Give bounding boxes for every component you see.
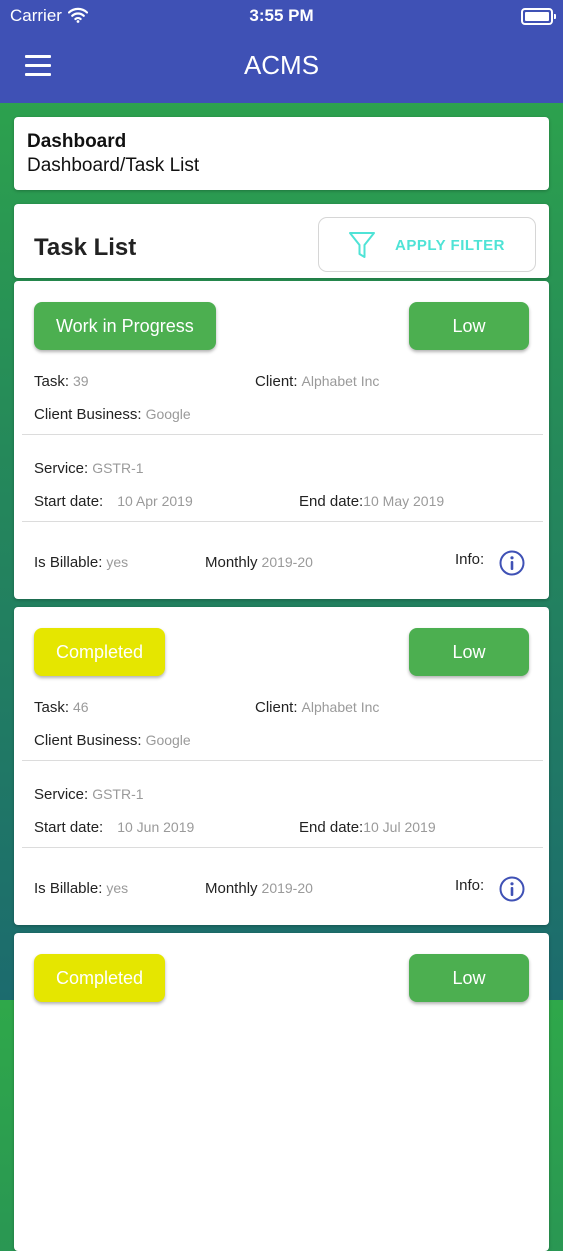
apply-filter-button[interactable]: APPLY FILTER (318, 217, 536, 272)
end-date-field: End date:10 May 2019 (299, 493, 444, 510)
info-label: Info: (455, 877, 485, 894)
divider (22, 847, 543, 848)
end-date-value: 10 Jul 2019 (363, 819, 436, 835)
task-card: Completed Low (14, 933, 549, 1251)
info-label: Info: (455, 551, 485, 568)
client-label: Client: (255, 699, 298, 716)
end-date-label: End date: (299, 493, 364, 510)
page-title: Dashboard (27, 131, 127, 152)
service-field: Service: GSTR-1 (34, 786, 144, 803)
billable-value: yes (106, 880, 129, 896)
client-label: Client: (255, 373, 298, 390)
monthly-field: Monthly 2019-20 (205, 880, 313, 897)
monthly-field: Monthly 2019-20 (205, 554, 313, 571)
app-bar: Carrier 3:55 PM ACMS (0, 0, 563, 103)
billable-field: Is Billable: yes (34, 554, 128, 571)
task-field: Task: 46 (34, 699, 89, 716)
breadcrumb[interactable]: Dashboard/Task List (27, 155, 199, 177)
client-business-field: Client Business: Google (34, 732, 191, 749)
status-time: 3:55 PM (249, 6, 314, 25)
client-value: Alphabet Inc (301, 373, 380, 389)
billable-field: Is Billable: yes (34, 880, 128, 897)
monthly-label: Monthly (205, 554, 258, 571)
client-field: Client: Alphabet Inc (255, 699, 379, 716)
client-business-label: Client Business: (34, 732, 142, 749)
client-field: Client: Alphabet Inc (255, 373, 379, 390)
client-value: Alphabet Inc (301, 699, 380, 715)
status-badge[interactable]: Completed (34, 954, 166, 1002)
service-label: Service: (34, 786, 89, 803)
status-bar: Carrier 3:55 PM (0, 4, 563, 26)
monthly-value: 2019-20 (261, 554, 313, 570)
priority-badge[interactable]: Low (409, 628, 529, 676)
status-badge[interactable]: Completed (34, 628, 166, 676)
battery-icon (521, 8, 556, 25)
status-badge[interactable]: Work in Progress (34, 302, 216, 350)
divider (22, 521, 543, 522)
funnel-icon (349, 232, 375, 258)
service-field: Service: GSTR-1 (34, 460, 144, 477)
billable-value: yes (106, 554, 129, 570)
client-business-field: Client Business: Google (34, 406, 191, 423)
priority-badge[interactable]: Low (409, 954, 529, 1002)
breadcrumb-card: Dashboard Dashboard/Task List (14, 117, 549, 190)
task-card: Work in Progress Low Task: 39 Client: Alph… (14, 281, 549, 599)
service-value: GSTR-1 (92, 460, 144, 476)
app-title: ACMS (243, 50, 320, 80)
client-business-value: Google (145, 732, 191, 748)
info-icon[interactable] (499, 550, 525, 576)
task-field: Task: 39 (34, 373, 89, 390)
client-business-label: Client Business: (34, 406, 142, 423)
task-list-title: Task List (34, 234, 137, 261)
start-date-label: Start date: (34, 819, 104, 836)
billable-label: Is Billable: (34, 880, 103, 897)
task-value: 46 (73, 699, 89, 715)
start-date-field: Start date: 10 Jun 2019 (34, 819, 194, 836)
task-label: Task: (34, 373, 70, 390)
divider (22, 434, 543, 435)
end-date-label: End date: (299, 819, 364, 836)
task-label: Task: (34, 699, 70, 716)
end-date-value: 10 May 2019 (363, 493, 445, 509)
start-date-field: Start date: 10 Apr 2019 (34, 493, 193, 510)
client-business-value: Google (145, 406, 191, 422)
monthly-label: Monthly (205, 880, 258, 897)
end-date-field: End date:10 Jul 2019 (299, 819, 436, 836)
service-value: GSTR-1 (92, 786, 144, 802)
start-date-value: 10 Apr 2019 (117, 493, 193, 509)
info-icon[interactable] (499, 876, 525, 902)
billable-label: Is Billable: (34, 554, 103, 571)
service-label: Service: (34, 460, 89, 477)
task-value: 39 (73, 373, 89, 389)
divider (22, 760, 543, 761)
apply-filter-label: APPLY FILTER (395, 237, 505, 254)
start-date-value: 10 Jun 2019 (117, 819, 195, 835)
start-date-label: Start date: (34, 493, 104, 510)
priority-badge[interactable]: Low (409, 302, 529, 350)
task-list-header: Task List APPLY FILTER (14, 204, 549, 278)
monthly-value: 2019-20 (261, 880, 313, 896)
task-card: Completed Low Task: 46 Client: Alphabet In… (14, 607, 549, 925)
